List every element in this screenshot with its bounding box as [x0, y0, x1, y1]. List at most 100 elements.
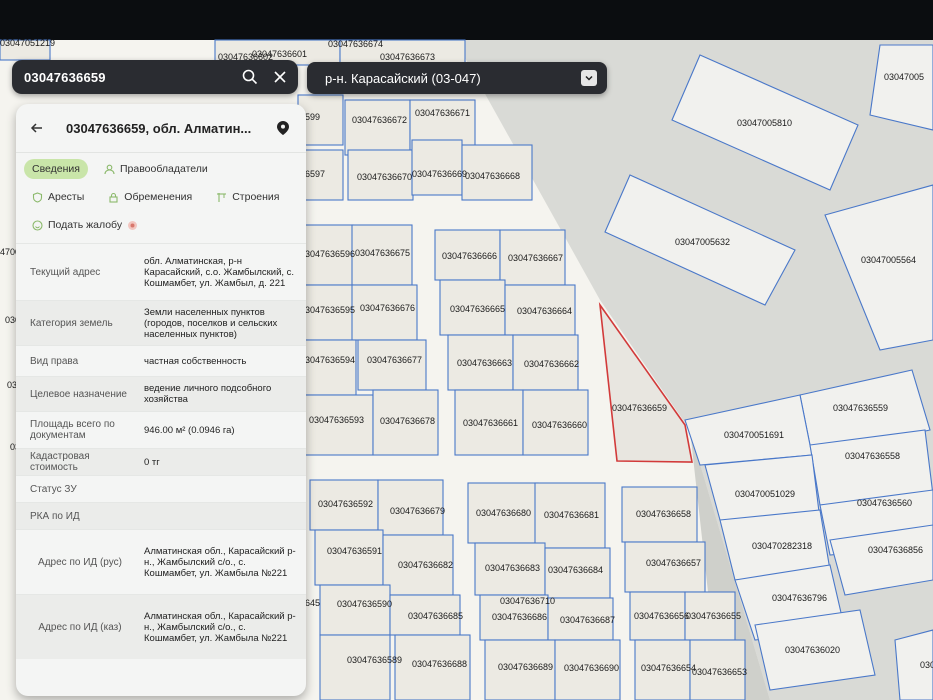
property-value: частная собственность — [144, 355, 247, 367]
tab-info[interactable]: Сведения — [24, 159, 88, 179]
map-label: 03047636662 — [524, 359, 579, 369]
map-label: 03047636670 — [357, 172, 412, 182]
tab-arrests-label: Аресты — [48, 191, 85, 203]
tab-buildings[interactable]: Строения — [208, 187, 287, 207]
property-key: Площадь всего по документам — [30, 419, 115, 441]
map-label: 03047636020 — [785, 645, 840, 655]
map-label: 03047636590 — [337, 599, 392, 609]
property-key: Вид права — [30, 355, 79, 367]
map-label: 03047051219 — [0, 38, 55, 48]
table-row: Категория земель Земли населенных пункто… — [16, 300, 306, 345]
map-label: 03047636560 — [857, 498, 912, 508]
properties-table: Текущий адрес обл. Алматинская, р-н Кара… — [16, 243, 306, 659]
property-value: 0 тг — [144, 456, 160, 468]
map-label: 03047636672 — [352, 115, 407, 125]
tab-owners-label: Правообладатели — [119, 163, 208, 175]
complaint-button-label: Подать жалобу — [48, 219, 123, 231]
table-row: Вид права частная собственность — [16, 345, 306, 376]
table-row: Адрес по ИД (рус) Алматинская обл., Кара… — [16, 529, 306, 594]
table-row: Целевое назначение ведение личного подсо… — [16, 376, 306, 411]
property-key: Категория земель — [30, 317, 113, 329]
table-row: Адрес по ИД (каз) Алматинская обл., Кара… — [16, 594, 306, 659]
map-label: 03047636558 — [845, 451, 900, 461]
map-label: 03047636601 — [252, 49, 307, 59]
map-label: 030 — [920, 660, 933, 670]
map-label: 03047636680 — [476, 508, 531, 518]
map-label: 03047636654 — [641, 663, 696, 673]
crane-icon — [216, 192, 227, 203]
search-input[interactable]: 03047636659 — [24, 70, 238, 85]
map-label: 03047636593 — [309, 415, 364, 425]
map-label: 03047636676 — [360, 303, 415, 313]
map-label: 03047636664 — [517, 306, 572, 316]
tab-owners[interactable]: Правообладатели — [96, 159, 216, 179]
map-label: 03047636683 — [485, 563, 540, 573]
tab-encumbrances[interactable]: Обременения — [100, 187, 200, 207]
map-label: 03047636655 — [686, 611, 741, 621]
map-label: 03047005 — [884, 72, 924, 82]
map-label: 03047636660 — [532, 420, 587, 430]
map-label: 03047636674 — [328, 39, 383, 49]
map-label: 03047636596 — [300, 249, 355, 259]
property-value: Алматинская обл., Карасайский р-н., Жамб… — [144, 545, 296, 579]
table-row: Статус ЗУ — [16, 475, 306, 502]
map-label: 03047636689 — [498, 662, 553, 672]
map-label: 03047636653 — [692, 667, 747, 677]
table-row: Кадастровая стоимость 0 тг — [16, 448, 306, 475]
table-row: Текущий адрес обл. Алматинская, р-н Кара… — [16, 243, 306, 300]
back-arrow-icon[interactable] — [26, 117, 48, 139]
panel-header: 03047636659, обл. Алматин... — [16, 104, 306, 153]
district-select[interactable]: р-н. Карасайский (03-047) — [307, 62, 607, 94]
flag-icon — [127, 220, 138, 231]
shield-icon — [32, 191, 43, 203]
tab-arrests[interactable]: Аресты — [24, 187, 92, 207]
map-label: 03047636673 — [380, 52, 435, 62]
lock-icon — [108, 192, 119, 203]
map-label: 03047636856 — [868, 545, 923, 555]
map-label: 030470051691 — [724, 430, 784, 440]
property-value: 946.00 м² (0.0946 га) — [144, 424, 235, 436]
property-value: Алматинская обл., Карасайский р-н., Жамб… — [144, 610, 296, 644]
map-label: 03047636675 — [355, 248, 410, 258]
table-row: Площадь всего по документам 946.00 м² (0… — [16, 411, 306, 448]
table-row: РКА по ИД — [16, 502, 306, 529]
complaint-button[interactable]: Подать жалобу — [24, 215, 146, 235]
map-label: 03047636682 — [398, 560, 453, 570]
property-value — [136, 485, 306, 493]
map-label: 03047636656 — [634, 611, 689, 621]
property-key: Статус ЗУ — [30, 483, 77, 495]
map-label: 03047636559 — [833, 403, 888, 413]
close-icon[interactable] — [268, 65, 292, 89]
map-label: 03047636688 — [412, 659, 467, 669]
search-icon[interactable] — [238, 65, 262, 89]
property-value — [136, 512, 306, 520]
map-label: 03047636671 — [415, 108, 470, 118]
smile-icon — [32, 219, 43, 231]
property-value: обл. Алматинская, р-н Карасайский, с.о. … — [144, 255, 295, 289]
property-value: Земли населенных пунктов (городов, посел… — [144, 306, 278, 340]
map-label: 03047636667 — [508, 253, 563, 263]
map-label: 03047636663 — [457, 358, 512, 368]
location-pin-icon[interactable] — [274, 119, 292, 137]
property-key: Кадастровая стоимость — [30, 451, 90, 473]
map-label: 03047636684 — [548, 565, 603, 575]
map-label: 03047636677 — [367, 355, 422, 365]
map-label: 03047636690 — [564, 663, 619, 673]
map-label: 03047636681 — [544, 510, 599, 520]
map-label: 03047005632 — [675, 237, 730, 247]
map-label: 03047636661 — [463, 418, 518, 428]
tab-buildings-label: Строения — [232, 191, 280, 203]
property-key: Адрес по ИД (каз) — [38, 621, 122, 633]
district-select-value: р-н. Карасайский (03-047) — [325, 70, 481, 86]
map-label: 03047636710 — [500, 596, 555, 606]
map-label: 03047636659 — [612, 403, 667, 413]
map-label: 03047636679 — [390, 506, 445, 516]
users-icon — [104, 164, 115, 175]
search-bar[interactable]: 03047636659 — [12, 60, 298, 94]
map-label: 03047636658 — [636, 509, 691, 519]
property-key: РКА по ИД — [30, 510, 80, 522]
chevron-down-icon[interactable] — [581, 70, 597, 86]
map-label: 030470282318 — [752, 541, 812, 551]
panel-tabs: Сведения Правообладатели Аресты Обремене… — [16, 153, 306, 235]
map-label: 03047636669 — [412, 169, 467, 179]
